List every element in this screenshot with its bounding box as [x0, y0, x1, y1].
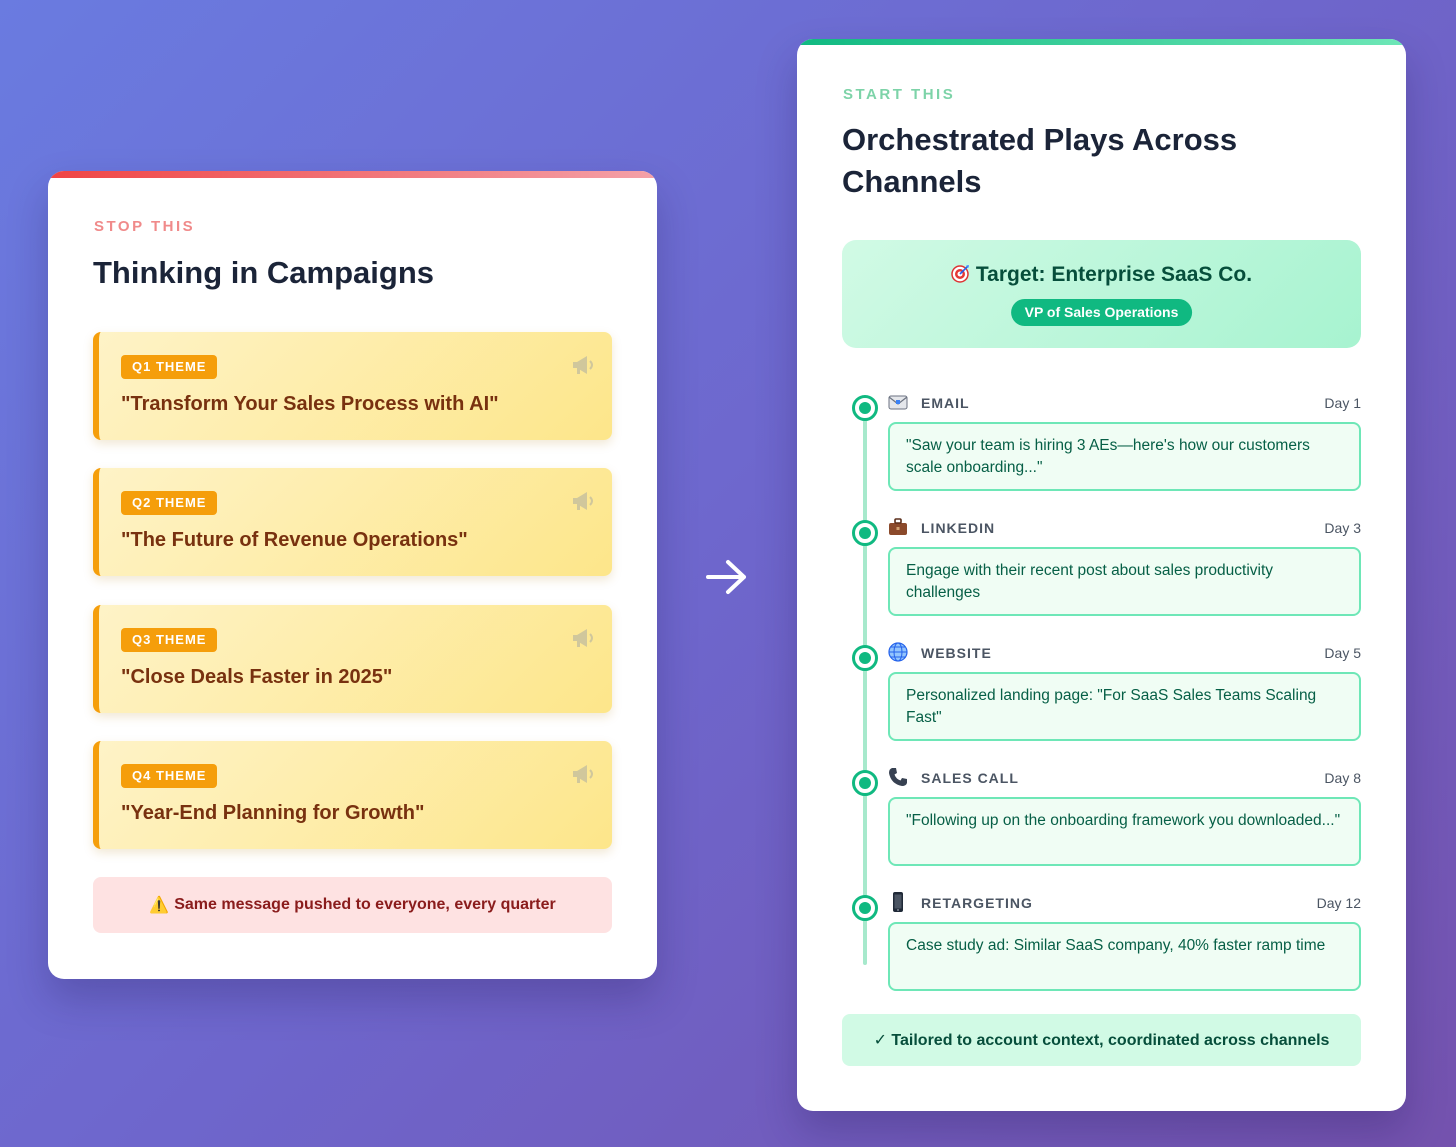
- target-icon: [951, 265, 969, 283]
- phone-icon: [889, 768, 907, 786]
- stop-card-accent-bar: [48, 171, 657, 178]
- theme-badge: Q4 THEME: [121, 764, 218, 788]
- target-role-pill: VP of Sales Operations: [1010, 299, 1193, 326]
- start-card: START THIS Orchestrated Plays Across Cha…: [797, 39, 1406, 1111]
- start-card-accent-bar: [797, 39, 1406, 45]
- day-label: Day 12: [1316, 895, 1361, 911]
- warning-banner: ⚠️ Same message pushed to everyone, ever…: [93, 877, 612, 933]
- timeline-dot: [852, 395, 878, 421]
- theme-quote: "Transform Your Sales Process with AI": [121, 393, 499, 415]
- start-eyebrow: START THIS: [843, 86, 956, 103]
- target-heading: Target: Enterprise SaaS Co.: [842, 263, 1361, 287]
- timeline-step-linkedin: LINKEDIN Day 3 Engage with their recent …: [797, 510, 1406, 635]
- stop-eyebrow: STOP THIS: [94, 218, 196, 235]
- timeline-step-website: WEBSITE Day 5 Personalized landing page:…: [797, 635, 1406, 760]
- theme-card-q1: Q1 THEME "Transform Your Sales Process w…: [93, 332, 612, 440]
- step-message: Engage with their recent post about sale…: [888, 547, 1361, 616]
- theme-quote: "The Future of Revenue Operations": [121, 529, 468, 551]
- theme-card-q2: Q2 THEME "The Future of Revenue Operatio…: [93, 468, 612, 576]
- step-message: Case study ad: Similar SaaS company, 40%…: [888, 922, 1361, 991]
- megaphone-icon: [573, 629, 593, 647]
- arrow-right-icon: [706, 560, 746, 594]
- theme-badge: Q3 THEME: [121, 628, 218, 652]
- summary-banner: ✓ Tailored to account context, coordinat…: [842, 1014, 1361, 1066]
- timeline-dot: [852, 645, 878, 671]
- day-label: Day 5: [1324, 645, 1361, 661]
- stop-card: STOP THIS Thinking in Campaigns Q1 THEME…: [48, 171, 657, 979]
- day-label: Day 8: [1324, 770, 1361, 786]
- target-account-box: Target: Enterprise SaaS Co. VP of Sales …: [842, 240, 1361, 348]
- theme-card-q4: Q4 THEME "Year-End Planning for Growth": [93, 741, 612, 849]
- timeline-dot: [852, 770, 878, 796]
- timeline-dot: [852, 895, 878, 921]
- timeline-step-sales-call: SALES CALL Day 8 "Following up on the on…: [797, 760, 1406, 885]
- step-message: "Following up on the onboarding framewor…: [888, 797, 1361, 866]
- theme-badge: Q1 THEME: [121, 355, 218, 379]
- stop-title: Thinking in Campaigns: [93, 255, 435, 290]
- timeline-step-retargeting: RETARGETING Day 12 Case study ad: Simila…: [797, 885, 1406, 1010]
- megaphone-icon: [573, 356, 593, 374]
- theme-badge: Q2 THEME: [121, 491, 218, 515]
- email-icon: [888, 395, 908, 410]
- channel-label: LINKEDIN: [921, 520, 996, 536]
- target-label: Target: Enterprise SaaS Co.: [975, 263, 1253, 286]
- step-message: Personalized landing page: "For SaaS Sal…: [888, 672, 1361, 741]
- warning-icon: ⚠️: [149, 897, 170, 914]
- timeline-step-email: EMAIL Day 1 "Saw your team is hiring 3 A…: [797, 385, 1406, 510]
- channel-label: WEBSITE: [921, 645, 992, 661]
- globe-icon: [888, 642, 908, 662]
- megaphone-icon: [573, 492, 593, 510]
- channel-label: RETARGETING: [921, 895, 1033, 911]
- mobile-icon: [893, 892, 903, 912]
- channel-label: SALES CALL: [921, 770, 1019, 786]
- day-label: Day 1: [1324, 395, 1361, 411]
- theme-quote: "Close Deals Faster in 2025": [121, 666, 393, 688]
- megaphone-icon: [573, 765, 593, 783]
- theme-quote: "Year-End Planning for Growth": [121, 802, 425, 824]
- step-message: "Saw your team is hiring 3 AEs—here's ho…: [888, 422, 1361, 491]
- start-title: Orchestrated Plays Across Channels: [842, 122, 1238, 199]
- warning-text: Same message pushed to everyone, every q…: [174, 896, 556, 913]
- briefcase-icon: [889, 518, 907, 535]
- theme-card-q3: Q3 THEME "Close Deals Faster in 2025": [93, 605, 612, 713]
- timeline-dot: [852, 520, 878, 546]
- day-label: Day 3: [1324, 520, 1361, 536]
- channel-label: EMAIL: [921, 395, 970, 411]
